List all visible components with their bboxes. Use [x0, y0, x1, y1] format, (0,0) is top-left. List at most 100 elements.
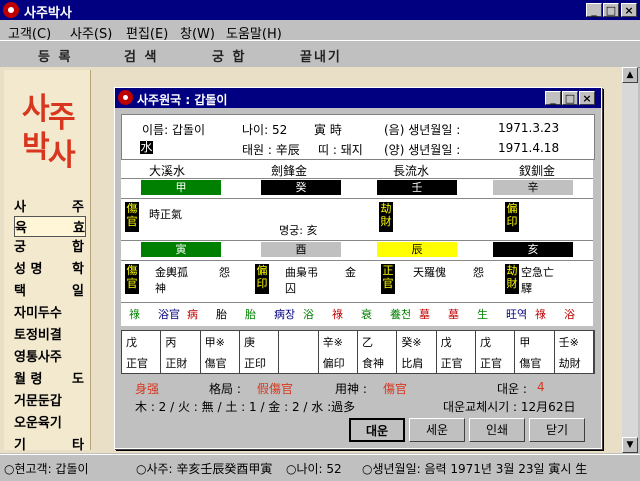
stage-label: 墓 [448, 308, 459, 321]
stage-label: 病장 [274, 308, 296, 321]
scroll-down-icon[interactable]: ▼ [622, 437, 638, 453]
gyeokguk-label: 格局 : [209, 382, 241, 396]
toolbar-exit[interactable]: 끝내기 [300, 46, 342, 65]
status-saju: ○사주: 辛亥壬辰癸酉甲寅 [136, 462, 273, 476]
stem-year: 辛 [493, 180, 573, 195]
sidebar-item-wollyeong[interactable]: 월 령도 [14, 368, 84, 387]
solar-label: (양) 생년월일 : [384, 143, 461, 157]
branch-mark-3: 怨 [473, 266, 484, 279]
table-ten-god: 比肩 [401, 357, 424, 370]
stem-tag-4: 偏印 [505, 202, 519, 232]
maximize-button[interactable]: □ [603, 3, 619, 17]
close-button[interactable]: × [621, 3, 637, 17]
sidebar-item-gunghap[interactable]: 궁합 [14, 236, 84, 255]
birth-time: 寅 時 [314, 123, 342, 137]
stage-label: 祿 [332, 308, 343, 321]
table-col: 乙食神 [358, 331, 398, 373]
toolbar-search[interactable]: 검 색 [124, 46, 158, 65]
stem-tag-3: 劫財 [379, 202, 393, 232]
sidebar-item-yukhyo[interactable]: 육효 [14, 216, 86, 237]
table-col: 戊正官 [476, 331, 516, 373]
stem-tag-1: 傷官 [125, 202, 139, 232]
branch-note-1: 金輿孤神 [155, 266, 188, 295]
seun-button[interactable]: 세운 [409, 418, 465, 442]
table-col: 丙正財 [161, 331, 201, 373]
sidebar-item-tojeong[interactable]: 토정비결 [14, 324, 84, 343]
napeum-1: 大溪水 [149, 164, 186, 178]
vertical-scrollbar[interactable]: ▲ ▼ [622, 67, 638, 453]
napeum-3: 長流水 [393, 164, 430, 178]
dialog-maximize-button[interactable]: □ [562, 91, 578, 105]
stage-label: 浴 [303, 308, 314, 321]
branch-tag-1: 傷官 [125, 264, 139, 294]
sidebar-item-saju[interactable]: 사주 [14, 196, 84, 215]
dialog-title: 사주원국 : 갑돌이 [137, 93, 228, 107]
table-stem: 戊 [480, 336, 491, 349]
toolbar-compat[interactable]: 궁 합 [212, 46, 246, 65]
branch-note-3: 天羅傀 [413, 266, 446, 279]
print-button[interactable]: 인쇄 [469, 418, 525, 442]
element-count: 木 : 2 / 火 : 無 / 土 : 1 / 金 : 2 / 水 :過多 [135, 400, 356, 414]
table-ten-god: 正官 [126, 357, 148, 370]
dialog-minimize-button[interactable]: _ [545, 91, 561, 105]
branch-tag-2: 偏印 [255, 264, 269, 294]
hidden-stems-table: 戊正官丙正財 甲※ 傷官庚正印 辛※ 偏印乙食神 癸※ 比肩戊正官戊正官甲傷官 壬※ 劫財 [121, 330, 595, 374]
stage-label: 浴官 [158, 308, 180, 321]
table-ten-god: 正財 [165, 357, 188, 370]
table-ten-god: 偏印 [322, 357, 345, 370]
branch-tag-4: 劫財 [505, 264, 519, 294]
table-col: 甲傷官 [515, 331, 555, 373]
status-bar: ○현고객: 갑돌이 ○사주: 辛亥壬辰癸酉甲寅 ○나이: 52 ○생년월일: 음… [0, 454, 640, 481]
daeun-label: 대운 : [497, 382, 527, 396]
table-col: 辛※ 偏印 [319, 331, 358, 373]
table-stem: 乙 [362, 336, 373, 349]
table-col: 戊正官 [437, 331, 476, 373]
table-stem: 戊 [126, 336, 137, 349]
dialog-close-button[interactable]: × [579, 91, 595, 105]
stem-hour: 甲 [141, 180, 221, 195]
strength-label: 身强 [135, 382, 160, 396]
napeum-4: 釵釧金 [519, 164, 556, 178]
branch-hour: 寅 [141, 242, 221, 257]
stage-label: 浴 [564, 308, 575, 321]
sidebar-item-jamidusu[interactable]: 자미두수 [14, 302, 84, 321]
saju-dialog: 사주원국 : 갑돌이 _ □ × 이름: 갑돌이 나이: 52 寅 時 (음) … [114, 87, 602, 449]
table-col: 癸※ 比肩 [397, 331, 437, 373]
scroll-up-icon[interactable]: ▲ [622, 67, 638, 83]
status-age: ○나이: 52 [286, 462, 342, 476]
stage-label: 病 [187, 308, 198, 321]
stage-label: 旺역 [506, 308, 528, 321]
sidebar-item-ounyukgi[interactable]: 오운육기 [14, 412, 84, 431]
close-dialog-button[interactable]: 닫기 [529, 418, 585, 442]
table-ten-god: 傷官 [519, 357, 542, 370]
table-ten-god: 劫財 [558, 357, 581, 370]
table-stem: 庚 [244, 336, 255, 349]
sidebar-item-gita[interactable]: 기타 [14, 434, 84, 453]
sidebar: 사 주 박 사 사주 육효 궁합 성 명학 택일 자미두수 토정비결 영통사주 … [4, 70, 91, 453]
stage-label: 祿 [129, 308, 140, 321]
table-stem: 甲※ [204, 336, 225, 349]
name-label: 이름: 갑돌이 [142, 123, 206, 137]
sidebar-item-geomun[interactable]: 거문둔갑 [14, 390, 84, 409]
yongsin-label: 用神 : [335, 382, 367, 396]
branch-year: 亥 [493, 242, 573, 257]
sidebar-item-taegil[interactable]: 택일 [14, 280, 84, 299]
dialog-title-bar: 사주원국 : 갑돌이 _ □ × [115, 88, 601, 108]
stem-note-2: 명궁: 亥 [279, 224, 318, 237]
title-bar: 사주박사 _ □ × [0, 0, 640, 21]
table-stem: 丙 [165, 336, 177, 349]
daeun-button[interactable]: 대운 [349, 418, 405, 442]
yongsin-value: 傷官 [383, 382, 408, 396]
toolbar-register[interactable]: 등 록 [38, 46, 72, 65]
sidebar-item-seongmyeong[interactable]: 성 명학 [14, 258, 84, 277]
window-title: 사주박사 [24, 6, 72, 21]
daeun-exchange: 대운교체시기 : 12月62日 [443, 400, 576, 414]
stem-day: 癸 [261, 180, 341, 195]
stage-label: 養천 [390, 308, 412, 321]
branch-day: 酉 [261, 242, 341, 257]
status-customer: ○현고객: 갑돌이 [4, 462, 89, 476]
gyeokguk-value: 假傷官 [257, 382, 294, 396]
minimize-button[interactable]: _ [586, 3, 602, 17]
stem-month: 壬 [377, 180, 457, 195]
sidebar-item-yeongtong[interactable]: 영통사주 [14, 346, 84, 365]
